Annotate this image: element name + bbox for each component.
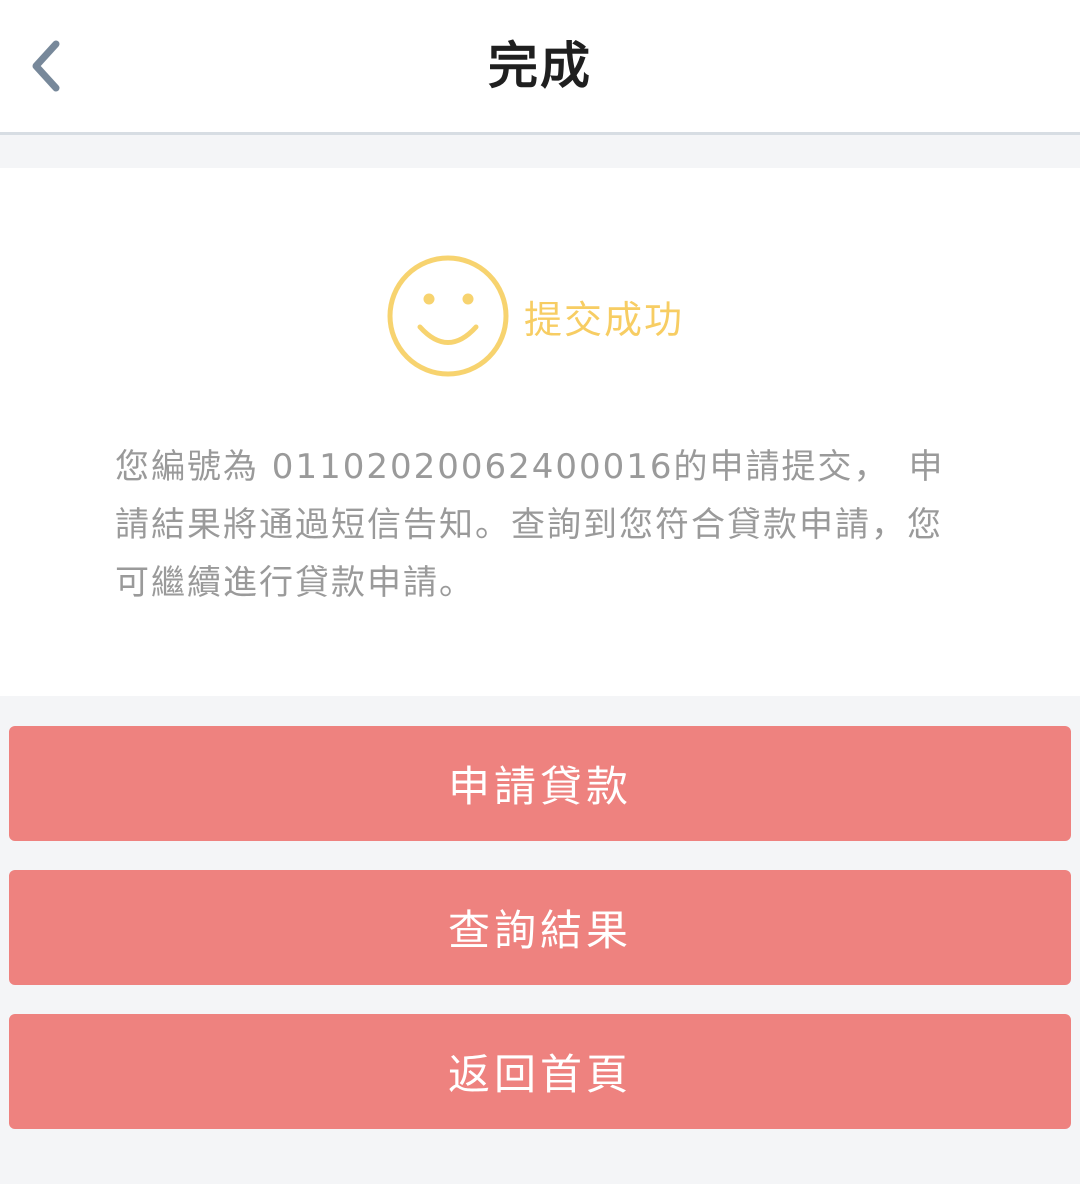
result-card: 提交成功 您編號為 01102020062400016的申請提交， 申請結果將通… [0,168,1080,696]
page-title: 完成 [488,37,592,95]
status-row: 提交成功 [386,254,684,378]
apply-loan-button[interactable]: 申請貸款 [9,726,1071,841]
result-message: 您編號為 01102020062400016的申請提交， 申請結果將通過短信告知… [115,447,945,603]
status-text: 提交成功 [524,297,685,342]
back-home-button[interactable]: 返回首頁 [9,1014,1071,1129]
smiley-face-icon [387,255,509,377]
nav-bar: 完成 [0,0,1080,135]
query-result-button[interactable]: 查詢結果 [9,870,1071,985]
